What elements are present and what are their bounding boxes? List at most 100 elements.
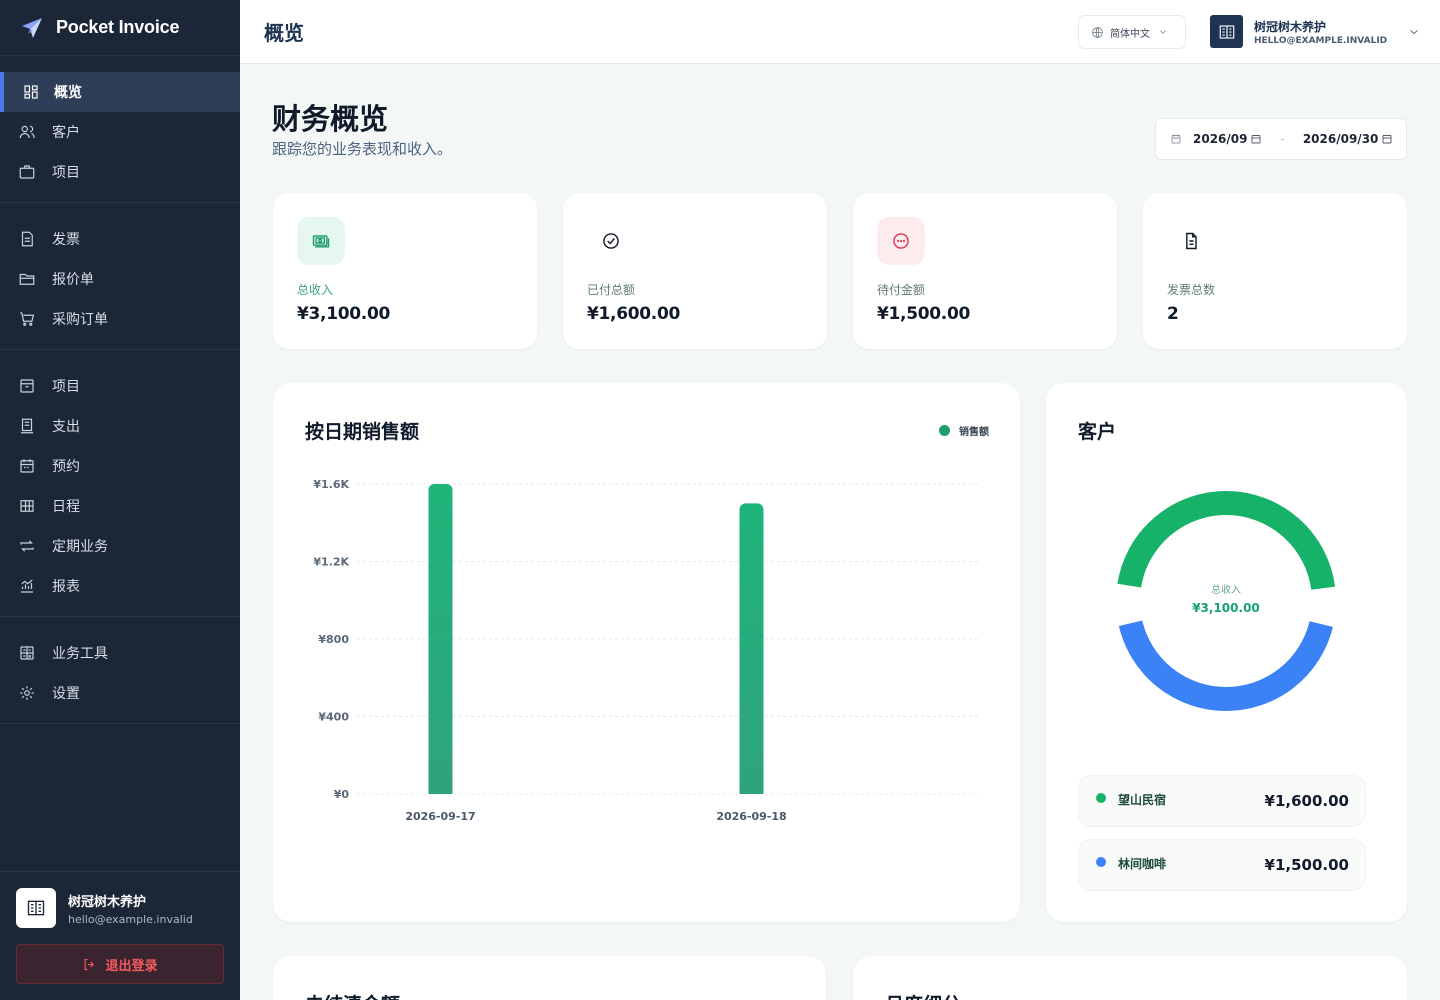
sidebar-item-label: 定期业务 bbox=[52, 539, 108, 555]
sidebar-item-label: 支出 bbox=[52, 419, 80, 435]
cart-icon bbox=[18, 310, 36, 328]
invoice-icon bbox=[18, 230, 36, 248]
account-name: 树冠树木养护 bbox=[1254, 19, 1327, 34]
sidebar-item[interactable]: 客户 bbox=[0, 112, 240, 152]
monthly-breakdown-card: 月度细分 bbox=[853, 956, 1407, 1000]
sidebar-item[interactable]: 报表 bbox=[0, 566, 240, 606]
sidebar-item[interactable]: 采购订单 bbox=[0, 299, 240, 339]
date-start-input[interactable]: 2026/09 bbox=[1193, 132, 1247, 146]
document-icon bbox=[1167, 217, 1215, 265]
stat-label: 已付总额 bbox=[587, 283, 636, 297]
chevron-down-icon bbox=[1410, 29, 1418, 34]
chart-icon bbox=[18, 577, 36, 595]
sidebar-item[interactable]: 项目 bbox=[0, 152, 240, 192]
y-tick-label: ¥800 bbox=[318, 633, 349, 646]
sales-bar-chart: ¥0 ¥400 ¥800 ¥1.2K ¥1.6K 2026-09-17 2026-09-18 bbox=[313, 478, 979, 823]
sidebar-item[interactable]: 支出 bbox=[0, 406, 240, 446]
sidebar-item-label: 客户 bbox=[52, 125, 80, 141]
stat-card: 已付总额 ¥1,600.00 bbox=[563, 193, 827, 349]
sidebar-item-label: 日程 bbox=[52, 499, 80, 515]
sidebar-user-email: hello@example.invalid bbox=[68, 912, 193, 926]
stat-label: 发票总数 bbox=[1167, 283, 1216, 297]
sidebar-user[interactable]: 树冠树木养护 hello@example.invalid bbox=[16, 888, 224, 928]
date-end-input[interactable]: 2026/09/30 bbox=[1303, 132, 1379, 146]
sidebar-item-label: 采购订单 bbox=[52, 312, 108, 328]
customers-card: 客户 总收入 ¥3,100.00 望山民宿 ¥1,600.00 林间咖啡 ¥1,500.… bbox=[1046, 383, 1407, 922]
sidebar-item-label: 业务工具 bbox=[52, 646, 108, 662]
cash-icon bbox=[297, 217, 345, 265]
monthly-breakdown-card-title: 月度细分 bbox=[885, 990, 961, 1000]
logout-button[interactable]: 退出登录 bbox=[16, 944, 224, 984]
page-title: 概览 bbox=[264, 21, 304, 45]
repeat-icon bbox=[18, 537, 36, 555]
stat-value: ¥1,600.00 bbox=[587, 304, 681, 324]
sidebar-item-label: 项目 bbox=[52, 165, 80, 181]
customer-row[interactable]: 林间咖啡 ¥1,500.00 bbox=[1078, 839, 1366, 891]
stat-label: 总收入 bbox=[297, 283, 334, 297]
building-icon bbox=[1210, 15, 1243, 48]
paper-plane-icon bbox=[22, 17, 42, 38]
bar-base bbox=[739, 786, 764, 794]
account-menu[interactable]: 树冠树木养护 HELLO@EXAMPLE.INVALID bbox=[1210, 15, 1421, 48]
main-title: 财务概览 bbox=[272, 102, 389, 136]
stat-card: 总收入 ¥3,100.00 bbox=[273, 193, 537, 349]
pending-icon bbox=[877, 217, 925, 265]
archive-icon bbox=[18, 377, 36, 395]
sidebar-item-label: 报价单 bbox=[52, 272, 94, 288]
customer-amount: ¥1,600.00 bbox=[1264, 792, 1349, 810]
sidebar-item[interactable]: 业务工具 bbox=[0, 633, 240, 673]
stat-value: 2 bbox=[1167, 304, 1179, 324]
sidebar-item[interactable]: 日程 bbox=[0, 486, 240, 526]
nav-group: 概览客户项目 bbox=[0, 56, 240, 203]
customer-row[interactable]: 望山民宿 ¥1,600.00 bbox=[1078, 775, 1366, 827]
sidebar-item[interactable]: 预约 bbox=[0, 446, 240, 486]
building-icon bbox=[16, 888, 56, 928]
calculator-icon bbox=[18, 644, 36, 662]
sidebar-item[interactable]: 概览 bbox=[0, 72, 240, 112]
nav-group: 发票 报价单 采购订单 bbox=[0, 203, 240, 350]
sidebar-item[interactable]: 设置 bbox=[0, 673, 240, 713]
language-select[interactable]: 简体中文 bbox=[1078, 15, 1186, 49]
brand-name: Pocket Invoice bbox=[56, 17, 180, 37]
sidebar-item[interactable]: 项目 bbox=[0, 366, 240, 406]
users-icon bbox=[18, 123, 36, 141]
customer-dot bbox=[1096, 857, 1106, 867]
customer-name: 望山民宿 bbox=[1118, 792, 1167, 807]
sidebar-item-label: 发票 bbox=[52, 232, 80, 248]
date-range-picker[interactable]: 2026/09 - 2026/09/30 bbox=[1155, 118, 1407, 160]
bar[interactable] bbox=[428, 484, 453, 794]
globe-icon bbox=[1092, 26, 1103, 38]
receipt-icon bbox=[18, 417, 36, 435]
logout-icon bbox=[85, 958, 95, 970]
calendar-icon bbox=[1383, 135, 1392, 144]
sidebar-item-label: 报表 bbox=[52, 579, 80, 595]
stat-value: ¥1,500.00 bbox=[877, 304, 971, 324]
main-subtitle: 跟踪您的业务表现和收入。 bbox=[272, 140, 453, 158]
donut-segment[interactable] bbox=[1117, 491, 1336, 591]
y-tick-label: ¥0 bbox=[334, 788, 350, 801]
bar[interactable] bbox=[739, 503, 764, 794]
sidebar-item-label: 项目 bbox=[52, 379, 80, 395]
nav-group: 业务工具 设置 bbox=[0, 617, 240, 724]
sidebar-footer: 树冠树木养护 hello@example.invalid 退出登录 bbox=[0, 871, 240, 1000]
bar-base bbox=[428, 786, 453, 794]
y-tick-label: ¥1.6K bbox=[313, 478, 349, 491]
sidebar-item-label: 设置 bbox=[52, 686, 80, 702]
sales-by-date-card: 按日期销售额 销售额 ¥0 ¥400 ¥800 ¥1.2K ¥1.6K 2026-09-1… bbox=[273, 383, 1020, 922]
customer-name: 林间咖啡 bbox=[1118, 856, 1167, 871]
calendar-icon bbox=[1171, 134, 1181, 144]
sidebar-item[interactable]: 发票 bbox=[0, 219, 240, 259]
y-tick-label: ¥1.2K bbox=[313, 556, 349, 569]
check-circle-icon bbox=[587, 217, 635, 265]
brand[interactable]: Pocket Invoice bbox=[0, 0, 240, 56]
sidebar-item[interactable]: 定期业务 bbox=[0, 526, 240, 566]
sidebar-item[interactable]: 报价单 bbox=[0, 259, 240, 299]
x-tick-label: 2026-09-18 bbox=[716, 810, 786, 823]
donut-segment[interactable] bbox=[1118, 620, 1333, 711]
y-tick-label: ¥400 bbox=[318, 711, 349, 724]
sidebar-nav: 概览 客户 项目 发票 报价单 采购订单 项目 支出 预约 日程 定期业务 报表 业务工具 设置 bbox=[0, 56, 240, 724]
sidebar-user-name: 树冠树木养护 bbox=[68, 894, 147, 910]
logout-label: 退出登录 bbox=[105, 958, 158, 974]
sidebar: Pocket Invoice 概览 客户 项目 发票 报价单 采购订单 项目 支出 预约 日程 定期… bbox=[0, 0, 240, 1000]
briefcase-icon bbox=[18, 163, 36, 181]
